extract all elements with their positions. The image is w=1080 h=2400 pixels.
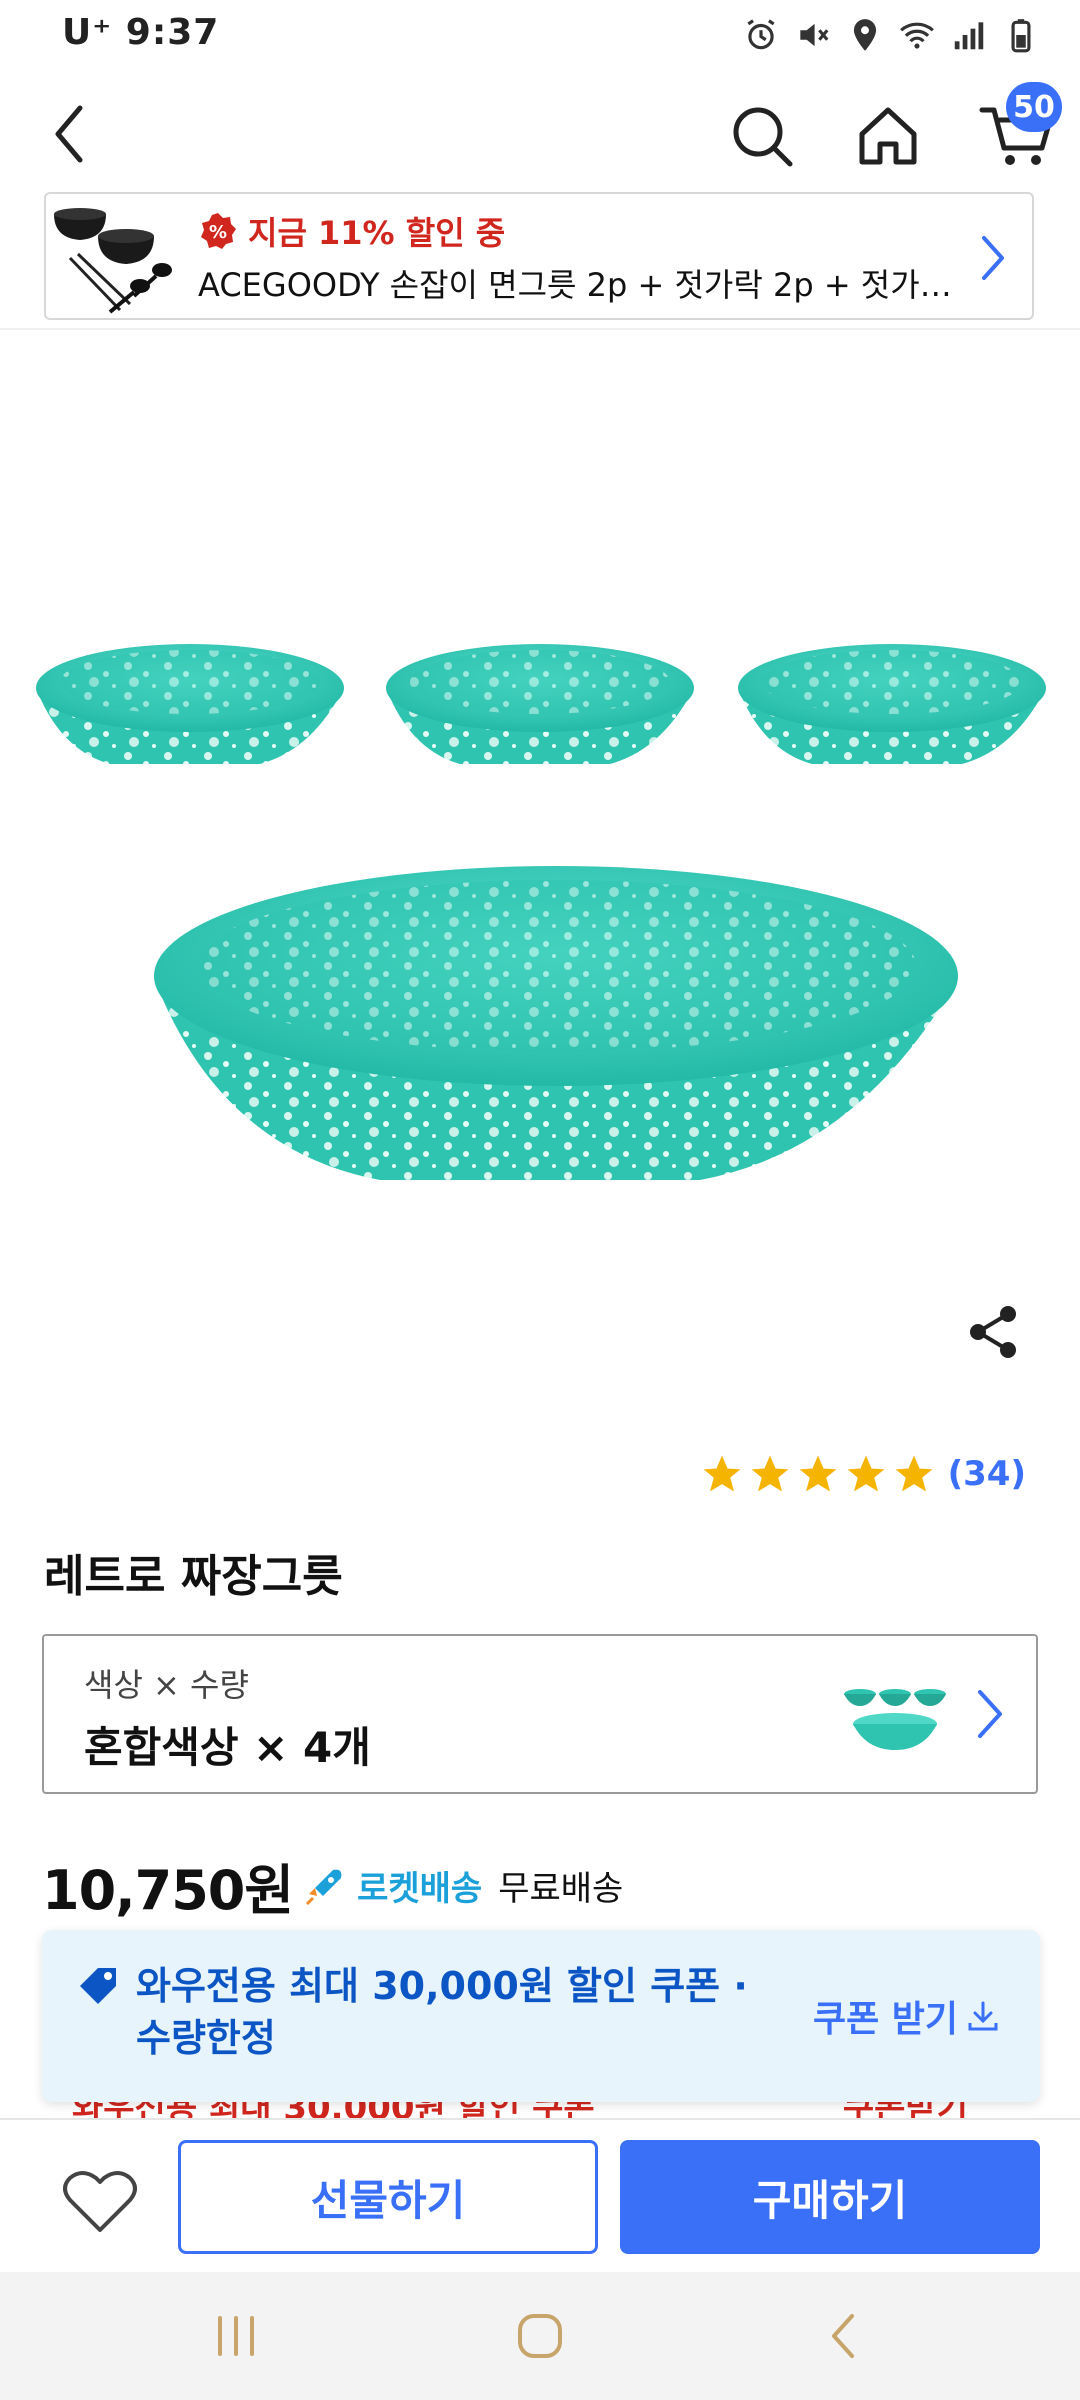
mute-icon xyxy=(800,23,829,47)
option-thumbnail xyxy=(844,1689,946,1750)
home-nav-icon[interactable] xyxy=(510,2306,570,2366)
status-bar: U⁺ 9:37 xyxy=(0,0,1080,72)
option-label: 색상 × 수량 xyxy=(84,1666,249,1704)
rocket-icon xyxy=(306,1869,342,1905)
search-icon xyxy=(733,107,793,167)
large-bowl xyxy=(154,866,958,1180)
cart-count-badge: 50 xyxy=(1006,82,1062,132)
shipping-text: 무료배송 xyxy=(498,1869,624,1909)
alarm-icon xyxy=(747,19,775,50)
star-icon xyxy=(703,1455,740,1492)
promo-product-title: ACEGOODY 손잡이 면그릇 2p + 젓가락 2p + 젓가락 받침 2p… xyxy=(198,266,978,304)
promo-product-thumbnail xyxy=(54,208,172,314)
coupon-text: 와우전용 최대 30,000원 할인 쿠폰 · 수량한정 xyxy=(136,1964,748,2060)
signal-icon xyxy=(954,22,984,50)
chevron-right-icon xyxy=(982,236,1004,280)
bottom-action-bar: 선물하기 구매하기 xyxy=(0,2118,1080,2274)
product-image[interactable] xyxy=(0,330,1080,1450)
coupon-download-button[interactable]: 쿠폰 받기 xyxy=(813,1990,1000,2042)
status-icons xyxy=(742,16,1040,54)
recent-apps-icon[interactable] xyxy=(206,2306,266,2366)
wifi-icon xyxy=(900,22,934,49)
star-icon xyxy=(751,1455,788,1492)
chevron-right-icon xyxy=(978,1690,1002,1738)
download-icon xyxy=(968,2001,998,2031)
product-photo-bowls xyxy=(36,644,1046,1180)
rocket-delivery-label: 로켓배송 xyxy=(357,1869,483,1909)
price: 10,750원 xyxy=(42,1859,294,1922)
svg-text:%: % xyxy=(209,222,227,243)
option-value: 혼합색상 × 4개 xyxy=(84,1723,371,1772)
heart-icon[interactable] xyxy=(62,2166,138,2236)
star-icon xyxy=(847,1455,884,1492)
tag-icon xyxy=(80,1968,116,2004)
small-bowl xyxy=(36,644,344,764)
buy-button[interactable]: 구매하기 xyxy=(620,2140,1040,2254)
back-nav-icon[interactable] xyxy=(814,2306,874,2366)
gift-button[interactable]: 선물하기 xyxy=(178,2140,598,2254)
status-time: U⁺ 9:37 xyxy=(62,12,220,53)
product-title: 레트로 짜장그릇 xyxy=(44,1551,343,1602)
small-bowl xyxy=(386,644,694,764)
home-button[interactable] xyxy=(852,100,924,172)
home-icon xyxy=(859,107,917,165)
rating-count[interactable]: (34) xyxy=(948,1454,1026,1494)
small-bowl xyxy=(738,644,1046,764)
rating[interactable]: (34) xyxy=(700,1452,1026,1496)
search-button[interactable] xyxy=(726,100,798,172)
coupon-action-label: 쿠폰 받기 xyxy=(812,1999,958,2040)
star-icon xyxy=(799,1455,836,1492)
location-icon xyxy=(853,19,877,51)
price-row: 10,750원 로켓배송 무료배송 xyxy=(42,1846,623,1925)
coupon-card[interactable]: 와우전용 최대 30,000원 할인 쿠폰 · 수량한정 쿠폰 받기 xyxy=(42,1930,1040,2102)
option-selector[interactable]: 색상 × 수량 혼합색상 × 4개 xyxy=(42,1634,1038,1794)
promo-banner[interactable]: % 지금 11% 할인 중 ACEGOODY 손잡이 면그릇 2p + 젓가락 … xyxy=(44,192,1034,320)
battery-icon xyxy=(1011,19,1031,53)
system-navigation-bar xyxy=(0,2272,1080,2400)
discount-tag: % 지금 11% 할인 중 xyxy=(198,208,505,254)
discount-badge-icon: % xyxy=(201,213,236,249)
back-icon xyxy=(55,105,83,163)
star-icon xyxy=(895,1455,932,1492)
discount-text: 지금 11% 할인 중 xyxy=(248,214,506,252)
back-button[interactable] xyxy=(40,98,100,170)
share-icon[interactable] xyxy=(964,1302,1024,1362)
